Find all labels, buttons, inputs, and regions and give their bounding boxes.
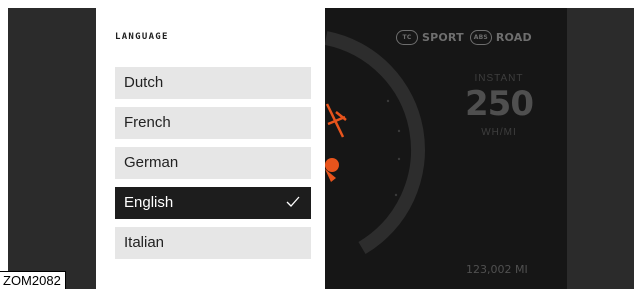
mode-sport-label: SPORT: [422, 31, 464, 44]
language-option-german[interactable]: German: [115, 147, 311, 179]
instant-value: 250: [465, 84, 534, 124]
language-option-label: French: [124, 114, 171, 131]
language-settings-panel: LANGUAGE Dutch French German English Ita…: [96, 8, 325, 289]
language-option-italian[interactable]: Italian: [115, 227, 311, 259]
battery-warning-icon: [325, 158, 339, 182]
traction-control-icon: TC: [396, 30, 418, 45]
mode-sport: TC SPORT: [396, 30, 464, 45]
dashboard-bezel-left: [8, 8, 96, 289]
gauge-arc: [324, 31, 425, 255]
instant-label: INSTANT: [474, 73, 524, 84]
mode-road: ABS ROAD: [469, 30, 532, 45]
language-option-label: Dutch: [124, 74, 164, 91]
instant-unit: WH/MI: [481, 127, 517, 138]
language-option-label: Italian: [124, 234, 165, 251]
gauge-tick-dot: [397, 157, 401, 161]
gauge-tick-dot: [394, 193, 398, 197]
mode-road-label: ROAD: [495, 31, 532, 44]
gauge-tick-dot: [386, 99, 390, 103]
language-option-english[interactable]: English: [115, 187, 311, 219]
language-option-dutch[interactable]: Dutch: [115, 67, 311, 99]
ride-mode-indicators: TC SPORT ABS ROAD: [396, 30, 532, 45]
odometer-readout: 123,002 MI: [466, 263, 528, 276]
language-option-label: German: [124, 154, 179, 171]
figure-code-label: ZOM2082: [0, 271, 66, 289]
language-option-french[interactable]: French: [115, 107, 311, 139]
checkmark-icon: [286, 196, 300, 207]
panel-title: LANGUAGE: [115, 32, 169, 42]
language-list: Dutch French German English Italian: [115, 67, 311, 267]
gauge-tick-dot: [397, 129, 401, 133]
language-option-label: English: [124, 194, 174, 211]
road-mode-icon: ABS: [469, 30, 492, 45]
dashboard-bezel-right: [567, 8, 634, 289]
figure: TC SPORT ABS ROAD INSTANT 250 WH/MI 123,…: [0, 0, 642, 289]
warning-indicator-icon: [325, 103, 347, 138]
